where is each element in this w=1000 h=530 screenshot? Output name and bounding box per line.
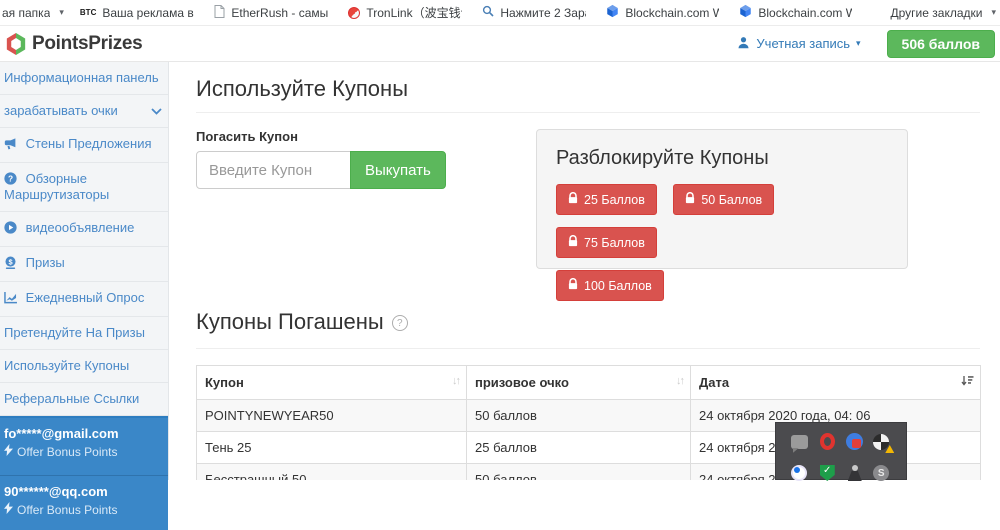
- bolt-icon: [4, 444, 13, 460]
- bookmark-etherrush[interactable]: EtherRush - самый: [214, 5, 328, 21]
- sort-desc-icon: [961, 375, 974, 390]
- column-header-points[interactable]: призовое очко ↓↑: [467, 366, 691, 400]
- other-bookmarks-button[interactable]: Другие закладки ▾: [891, 6, 996, 20]
- coupon-input[interactable]: [196, 151, 351, 189]
- unlock-50-points-button[interactable]: 50 Баллов: [673, 184, 774, 215]
- sidebar-item-prizes[interactable]: $ Призы: [0, 247, 168, 282]
- site-navbar: PointsPrizes Учетная запись ▾ 506 баллов: [0, 26, 1000, 62]
- account-gmail-offer[interactable]: fo*****@gmail.com Offer Bonus Points: [0, 418, 168, 475]
- brand-logo[interactable]: PointsPrizes: [5, 32, 142, 56]
- unlock-75-points-button[interactable]: 75 Баллов: [556, 227, 657, 258]
- question-circle-icon: ?: [4, 172, 17, 188]
- coin-icon: $: [4, 256, 17, 272]
- lock-icon: [568, 192, 578, 207]
- person-icon: [737, 36, 750, 52]
- sidebar-item-use-coupons[interactable]: Используйте Купоны: [0, 350, 168, 383]
- bookmarks-bar: ая папка ▾ BTC Ваша реклама в с EtherRus…: [0, 0, 1000, 26]
- sidebar-item-video-ads[interactable]: видеообъявление: [0, 212, 168, 247]
- unlock-100-points-button[interactable]: 100 Баллов: [556, 270, 664, 301]
- brand-name: PointsPrizes: [32, 33, 142, 55]
- lock-icon: [568, 278, 578, 293]
- bookmark-blockchain-1[interactable]: Blockchain.com Wa: [606, 4, 719, 21]
- sort-icon: ↓↑: [452, 375, 459, 387]
- lock-icon: [685, 192, 695, 207]
- main-content: Используйте Купоны Погасить Купон Выкупа…: [169, 62, 1000, 480]
- caret-down-icon: ▾: [856, 38, 861, 49]
- megaphone-icon: [4, 138, 17, 153]
- sidebar-item-claim-prizes[interactable]: Претендуйте На Призы: [0, 317, 168, 350]
- account-menu[interactable]: Учетная запись ▾: [737, 36, 860, 52]
- system-tray-popup: ✓ S: [775, 422, 907, 480]
- sidebar-item-earn-points[interactable]: зарабатывать очки: [0, 95, 168, 128]
- bookmark-click2earn[interactable]: Нажмите 2 Зараб: [482, 5, 586, 20]
- unlock-coupons-panel: Разблокируйте Купоны 25 Баллов 50 Баллов…: [536, 129, 908, 269]
- blockchain-cube-icon: [606, 4, 619, 21]
- svg-text:?: ?: [8, 173, 13, 183]
- tray-notes-icon[interactable]: [791, 433, 809, 451]
- sort-icon: ↓↑: [676, 375, 683, 387]
- bookmark-btc-ad[interactable]: BTC Ваша реклама в с: [80, 6, 194, 20]
- play-circle-icon: [4, 221, 17, 237]
- redeemed-coupons-title: Купоны Погашены: [196, 309, 384, 335]
- tray-antivirus-shield-icon[interactable]: ✓: [818, 464, 836, 482]
- redeem-button[interactable]: Выкупать: [350, 151, 446, 189]
- caret-down-icon: ▾: [991, 7, 996, 18]
- bolt-icon: [4, 502, 13, 518]
- lock-icon: [568, 235, 578, 250]
- sidebar-item-survey-routers[interactable]: ? Обзорные Маршрутизаторы: [0, 163, 168, 212]
- magnifier-icon: [482, 5, 494, 20]
- caret-down-icon: ▾: [59, 7, 64, 18]
- unlock-25-points-button[interactable]: 25 Баллов: [556, 184, 657, 215]
- sidebar-item-daily-poll[interactable]: Ежедневный Опрос: [0, 282, 168, 317]
- bookmark-folder[interactable]: ая папка ▾: [2, 6, 64, 20]
- unlock-coupons-title: Разблокируйте Купоны: [556, 147, 888, 170]
- chevron-down-icon: [151, 104, 162, 118]
- tray-pawn-app-icon[interactable]: [846, 464, 864, 482]
- tray-opera-icon[interactable]: [818, 433, 836, 451]
- points-balance-badge[interactable]: 506 баллов: [887, 30, 995, 58]
- sidebar-item-referral-links[interactable]: Реферальные Ссылки: [0, 383, 168, 416]
- tronlink-icon: [348, 7, 360, 19]
- sidebar-item-offer-walls[interactable]: Стены Предложения: [0, 128, 168, 163]
- tray-s-app-icon[interactable]: S: [873, 464, 891, 482]
- btc-icon: BTC: [80, 8, 96, 17]
- sidebar: Информационная панель зарабатывать очки …: [0, 62, 169, 480]
- tray-media-player-icon[interactable]: [791, 464, 809, 482]
- sidebar-item-dashboard[interactable]: Информационная панель: [0, 62, 168, 95]
- redeem-coupon-label: Погасить Купон: [196, 129, 536, 144]
- tray-blue-red-app-icon[interactable]: [846, 433, 864, 451]
- bookmark-tronlink[interactable]: TronLink（波宝钱包: [348, 4, 462, 21]
- tray-defender-warning-icon[interactable]: [873, 433, 891, 451]
- column-header-coupon[interactable]: Купон ↓↑: [197, 366, 467, 400]
- pointsprizes-hexagon-icon: [5, 32, 27, 56]
- bookmark-blockchain-2[interactable]: Blockchain.com Wa: [739, 4, 852, 21]
- sidebar-accounts: fo*****@gmail.com Offer Bonus Points 90*…: [0, 416, 168, 530]
- help-icon[interactable]: ?: [392, 315, 408, 331]
- page-icon: [214, 5, 225, 21]
- page-title: Используйте Купоны: [196, 76, 980, 113]
- blockchain-cube-icon: [739, 4, 752, 21]
- chart-line-icon: [4, 292, 17, 307]
- account-qq-offer[interactable]: 90******@qq.com Offer Bonus Points: [0, 475, 168, 530]
- column-header-date[interactable]: Дата: [691, 366, 981, 400]
